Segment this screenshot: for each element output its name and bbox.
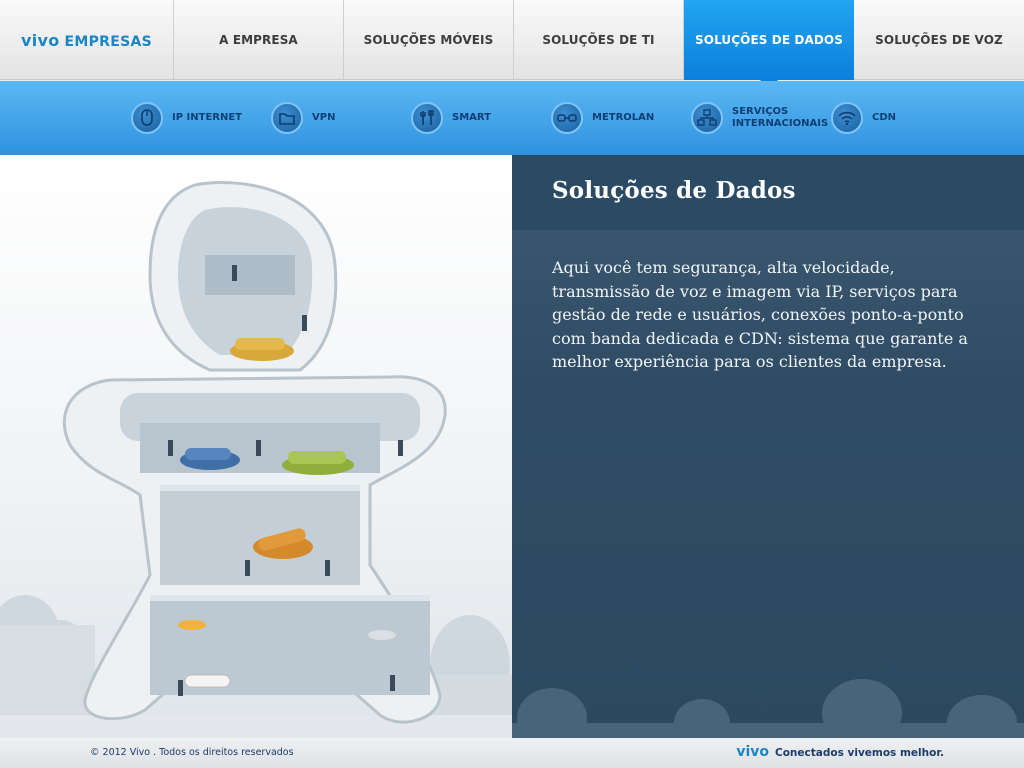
tab-solucoes-moveis[interactable]: SOLUÇÕES MÓVEIS [344,0,514,80]
tab-solucoes-de-ti[interactable]: SOLUÇÕES DE TI [514,0,684,80]
network-nodes-icon [691,102,723,134]
wifi-icon [831,102,863,134]
copyright-text: © 2012 Vivo . Todos os direitos reservad… [90,747,294,758]
footer: © 2012 Vivo . Todos os direitos reservad… [0,738,1024,768]
subnav-item-servicos-internacionais[interactable]: SERVIÇOS INTERNACIONAIS [691,100,829,136]
logo-brand: vivo [20,30,60,50]
footer-slogan: Conectados vivemos melhor. [775,747,944,759]
wrench-screwdriver-icon [411,102,443,134]
subnav-item-vpn[interactable]: VPN [271,100,335,136]
tab-solucoes-de-voz[interactable]: SOLUÇÕES DE VOZ [854,0,1024,80]
mouse-icon [131,102,163,134]
top-navigation: vivo EMPRESAS A EMPRESA SOLUÇÕES MÓVEIS S… [0,0,1024,89]
background-trees [512,679,1024,738]
tab-a-empresa[interactable]: A EMPRESA [174,0,344,80]
subnav-label: SERVIÇOS INTERNACIONAIS [732,106,829,129]
page-description: Aqui você tem segurança, alta velocidade… [552,258,968,371]
subnav-label: CDN [872,112,897,123]
footer-tagline: vivo Conectados vivemos melhor. [736,744,944,760]
vivo-figure-building-illustration [0,181,512,738]
subnav-label: METROLAN [592,112,655,123]
subnav-label: SMART [452,112,491,123]
vivo-empresas-logo[interactable]: vivo EMPRESAS [0,0,174,80]
content-panel: Soluções de Dados Aqui você tem seguranç… [512,155,1024,738]
subnav-item-ip-internet[interactable]: IP INTERNET [131,100,242,136]
subnav-item-smart[interactable]: SMART [411,100,491,136]
hero-illustration [0,155,512,738]
network-link-icon [551,102,583,134]
subnav-label: VPN [312,112,336,123]
footer-vivo-logo: vivo [736,744,770,760]
subnav-item-metrolan[interactable]: METROLAN [551,100,654,136]
folder-icon [271,102,303,134]
page-title: Soluções de Dados [552,177,796,204]
subnav-item-cdn[interactable]: CDN [831,100,896,136]
tab-solucoes-de-dados[interactable]: SOLUÇÕES DE DADOS [684,0,854,89]
logo-suffix: EMPRESAS [64,33,153,50]
sub-navigation: IP INTERNET VPN SMART METROLAN SERVIÇOS … [0,81,1024,155]
subnav-label: IP INTERNET [172,112,242,123]
